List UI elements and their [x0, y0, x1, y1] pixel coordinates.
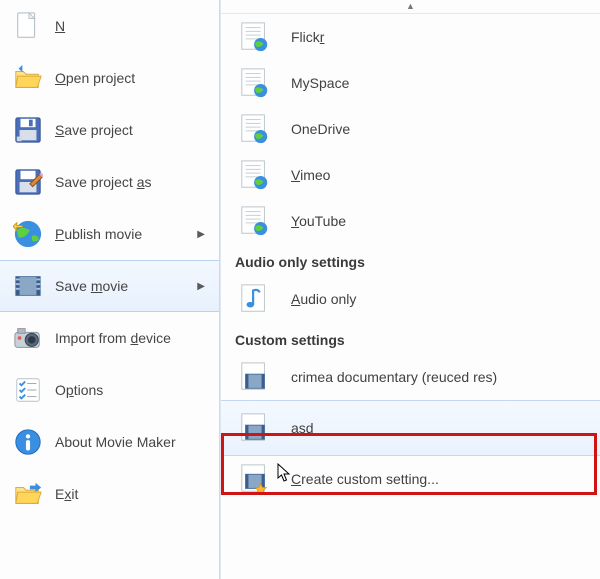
menu-save-project-as[interactable]: Save project as — [0, 156, 219, 208]
folder-open-icon — [13, 63, 43, 93]
file-menu-left: N Open project Save project Save project… — [0, 0, 220, 579]
movie-film-icon — [13, 271, 43, 301]
new-document-icon — [13, 11, 43, 41]
section-header-custom: Custom settings — [221, 322, 600, 354]
submenu-arrow-icon: ▶ — [197, 281, 209, 292]
menu-open-project[interactable]: Open project — [0, 52, 219, 104]
menu-new-project[interactable]: N — [0, 0, 219, 52]
menu-options[interactable]: Options — [0, 364, 219, 416]
scroll-up-button[interactable]: ▲ — [221, 0, 600, 14]
web-document-icon — [239, 67, 271, 99]
menu-label: Save project — [55, 122, 209, 138]
save-icon — [13, 115, 43, 145]
menu-exit[interactable]: Exit — [0, 468, 219, 520]
submenu-label: OneDrive — [291, 121, 350, 137]
publish-globe-icon — [13, 219, 43, 249]
movie-document-icon — [239, 412, 271, 444]
submenu-label: Vimeo — [291, 167, 330, 183]
menu-label: Save project as — [55, 174, 209, 190]
submenu-flickr[interactable]: Flickr — [221, 14, 600, 60]
submenu-label: MySpace — [291, 75, 349, 91]
submenu-arrow-icon: ▶ — [197, 229, 209, 240]
submenu-label: YouTube — [291, 213, 346, 229]
menu-label: Open project — [55, 70, 209, 86]
submenu-label: Create custom setting... — [291, 471, 439, 487]
info-icon — [13, 427, 43, 457]
menu-label: Exit — [55, 486, 209, 502]
submenu-custom-preset-selected[interactable]: asd — [221, 400, 600, 456]
submenu-create-custom[interactable]: Create custom setting... — [221, 456, 600, 502]
camera-icon — [13, 323, 43, 353]
options-checklist-icon — [13, 375, 43, 405]
submenu-label: Flickr — [291, 29, 324, 45]
submenu-custom-preset[interactable]: crimea documentary (reuced res) — [221, 354, 600, 400]
web-document-icon — [239, 159, 271, 191]
menu-label: About Movie Maker — [55, 434, 209, 450]
movie-document-icon — [239, 361, 271, 393]
menu-label: Publish movie — [55, 226, 197, 242]
menu-label: N — [55, 18, 209, 34]
movie-document-star-icon — [239, 463, 271, 495]
submenu-label: Audio only — [291, 291, 356, 307]
audio-note-icon — [239, 283, 271, 315]
menu-label: Save movie — [55, 278, 197, 294]
menu-label: Import from device — [55, 330, 209, 346]
submenu-onedrive[interactable]: OneDrive — [221, 106, 600, 152]
menu-about[interactable]: About Movie Maker — [0, 416, 219, 468]
submenu-label: asd — [291, 420, 314, 436]
menu-save-project[interactable]: Save project — [0, 104, 219, 156]
exit-folder-icon — [13, 479, 43, 509]
menu-label: Options — [55, 382, 209, 398]
save-movie-submenu: ▲ Flickr MySpace OneDrive Vimeo YouTube … — [220, 0, 600, 579]
web-document-icon — [239, 113, 271, 145]
section-header-audio: Audio only settings — [221, 244, 600, 276]
menu-publish-movie[interactable]: Publish movie ▶ — [0, 208, 219, 260]
submenu-myspace[interactable]: MySpace — [221, 60, 600, 106]
submenu-audio-only[interactable]: Audio only — [221, 276, 600, 322]
submenu-label: crimea documentary (reuced res) — [291, 369, 497, 385]
save-as-icon — [13, 167, 43, 197]
web-document-icon — [239, 21, 271, 53]
menu-import-from-device[interactable]: Import from device — [0, 312, 219, 364]
submenu-vimeo[interactable]: Vimeo — [221, 152, 600, 198]
menu-save-movie[interactable]: Save movie ▶ — [0, 260, 219, 312]
web-document-icon — [239, 205, 271, 237]
submenu-youtube[interactable]: YouTube — [221, 198, 600, 244]
